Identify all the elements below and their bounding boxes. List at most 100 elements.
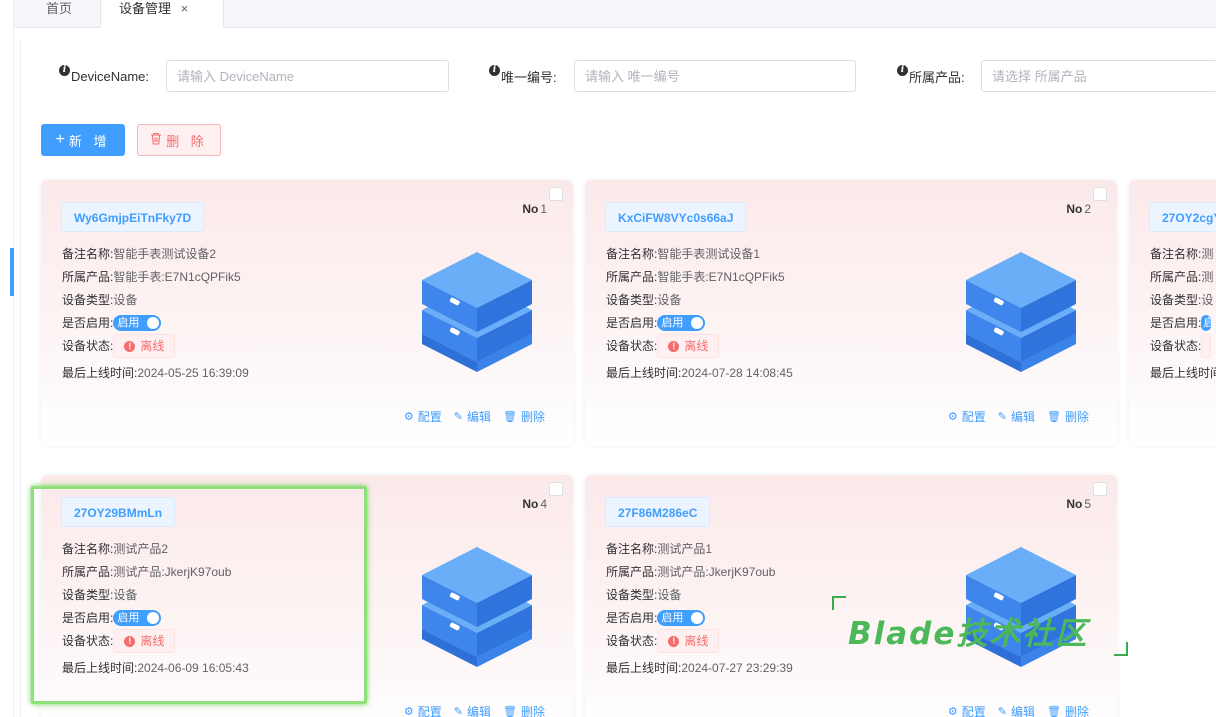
switch-label: 启	[1203, 317, 1215, 329]
delete-button[interactable]: 🗑 删除	[503, 703, 545, 717]
delete-button[interactable]: 🗑 删除	[1047, 408, 1089, 425]
close-icon[interactable]: ×	[181, 1, 189, 16]
last-online-label: 最后上线时间:	[62, 366, 138, 380]
product-select[interactable]	[981, 60, 1216, 92]
card-checkbox[interactable]	[549, 482, 563, 496]
edit-button[interactable]: ✎ 编辑	[998, 703, 1035, 717]
card-number-value: 5	[1084, 497, 1091, 511]
remark-value: 测	[1201, 247, 1214, 261]
status-label: 设备状态:	[62, 634, 114, 648]
edit-button[interactable]: ✎ 编辑	[998, 408, 1035, 425]
switch-label: 启用	[661, 612, 684, 624]
status-badge: ! 离线	[657, 629, 720, 653]
add-button[interactable]: + 新 增	[41, 124, 125, 156]
enabled-switch[interactable]: 启用	[657, 610, 706, 626]
edit-button[interactable]: ✎ 编辑	[454, 408, 491, 425]
edit-label: 编辑	[1011, 410, 1036, 424]
alert-icon: !	[124, 340, 136, 352]
card-number-label: No	[522, 497, 539, 511]
device-name-field: i DeviceName:	[59, 60, 449, 92]
remark-label: 备注名称:	[606, 542, 658, 556]
product-label: 所属产品:	[909, 69, 965, 85]
status-label: 设备状态:	[1150, 339, 1202, 353]
card-number-value: 4	[540, 497, 547, 511]
info-icon: i	[59, 64, 70, 76]
config-label: 配置	[961, 705, 986, 717]
type-label: 设备类型:	[62, 588, 114, 602]
remark-label: 备注名称:	[606, 247, 658, 261]
status-value: 离线	[684, 339, 709, 353]
enabled-switch[interactable]: 启用	[113, 315, 162, 331]
device-key-tag[interactable]: 27F86M286eC	[605, 497, 711, 527]
device-name-input[interactable]	[166, 60, 449, 92]
server-icon	[966, 252, 1076, 372]
info-icon: i	[897, 64, 908, 76]
device-card: No 1 Wy6GmjpEiTnFky7D 备注名称: 智能手表测试设备2 所属产品…	[41, 180, 573, 446]
config-button[interactable]: ⚙ 配置	[948, 408, 986, 425]
device-key-tag[interactable]: 27OY29BMmLn	[61, 497, 176, 527]
config-button[interactable]: ⚙ 配置	[404, 408, 442, 425]
enabled-switch[interactable]: 启用	[113, 610, 162, 626]
enabled-label: 是否启用:	[62, 316, 114, 330]
switch-label: 启用	[117, 317, 140, 329]
enabled-label: 是否启用:	[1150, 316, 1202, 330]
config-label: 配置	[417, 705, 442, 717]
card-number-value: 2	[1084, 202, 1091, 216]
product-value: 智能手表:E7N1cQPFik5	[657, 270, 785, 284]
tab-home[interactable]: 首页	[38, 0, 80, 28]
delete-button[interactable]: 🗑 删除	[503, 408, 545, 425]
type-label: 设备类型:	[606, 293, 658, 307]
edit-button[interactable]: ✎ 编辑	[454, 703, 491, 717]
config-button[interactable]: ⚙ 配置	[948, 703, 986, 717]
card-number: No 2	[1066, 202, 1091, 216]
gear-icon: ⚙	[403, 411, 414, 423]
edit-icon: ✎	[997, 706, 1007, 717]
config-button[interactable]: ⚙ 配置	[404, 703, 442, 717]
delete-button[interactable]: 🗑 删除	[1047, 703, 1089, 717]
type-value: 设备	[113, 588, 138, 602]
card-number-label: No	[522, 202, 539, 216]
type-label: 设备类型:	[606, 588, 658, 602]
last-online-value: 2024-07-28 14:08:45	[681, 366, 793, 380]
unique-id-input[interactable]	[574, 60, 856, 92]
unique-id-field: i 唯一编号:	[489, 60, 856, 92]
device-key-tag[interactable]: Wy6GmjpEiTnFky7D	[61, 202, 205, 232]
tab-home-label: 首页	[46, 1, 73, 16]
enabled-switch[interactable]: 启用	[657, 315, 706, 331]
type-label: 设备类型:	[62, 293, 114, 307]
tab-bar: 首页 设备管理 ×	[14, 0, 1216, 28]
tab-device-management[interactable]: 设备管理 ×	[100, 0, 224, 28]
plus-icon: +	[55, 131, 65, 148]
product-value: 测试产品:JkerjK97oub	[113, 565, 232, 579]
status-label: 设备状态:	[606, 634, 658, 648]
remark-label: 备注名称:	[62, 542, 114, 556]
status-label: 设备状态:	[606, 339, 658, 353]
enabled-switch[interactable]: 启	[1201, 315, 1215, 331]
alert-icon: !	[668, 635, 680, 647]
status-value: 离线	[140, 634, 165, 648]
status-badge: ! 离线	[113, 629, 176, 653]
trash-icon: 🗑	[1047, 706, 1061, 717]
device-name-label: DeviceName:	[71, 68, 150, 84]
gear-icon: ⚙	[947, 706, 958, 717]
last-online-label: 最后上线时间	[1150, 366, 1216, 380]
card-checkbox[interactable]	[1093, 482, 1107, 496]
card-checkbox[interactable]	[549, 187, 563, 201]
delete-label: 删除	[1064, 705, 1089, 717]
type-value: 设备	[657, 588, 682, 602]
type-value: 设	[1201, 293, 1214, 307]
gear-icon: ⚙	[947, 411, 958, 423]
config-label: 配置	[417, 410, 442, 424]
enabled-label: 是否启用:	[606, 611, 658, 625]
card-checkbox[interactable]	[1093, 187, 1107, 201]
remark-value: 智能手表测试设备1	[657, 247, 761, 261]
device-key-tag[interactable]: KxCiFW8VYc0s66aJ	[605, 202, 747, 232]
watermark-bracket-top-left	[832, 596, 846, 610]
product-label: 所属产品:	[606, 565, 658, 579]
server-icon	[422, 547, 532, 667]
edit-label: 编辑	[467, 410, 492, 424]
batch-delete-button[interactable]: 删 除	[137, 124, 221, 156]
switch-label: 启用	[117, 612, 140, 624]
delete-label: 删除	[520, 705, 545, 717]
device-key-tag[interactable]: 27OY2cgY	[1149, 202, 1216, 232]
